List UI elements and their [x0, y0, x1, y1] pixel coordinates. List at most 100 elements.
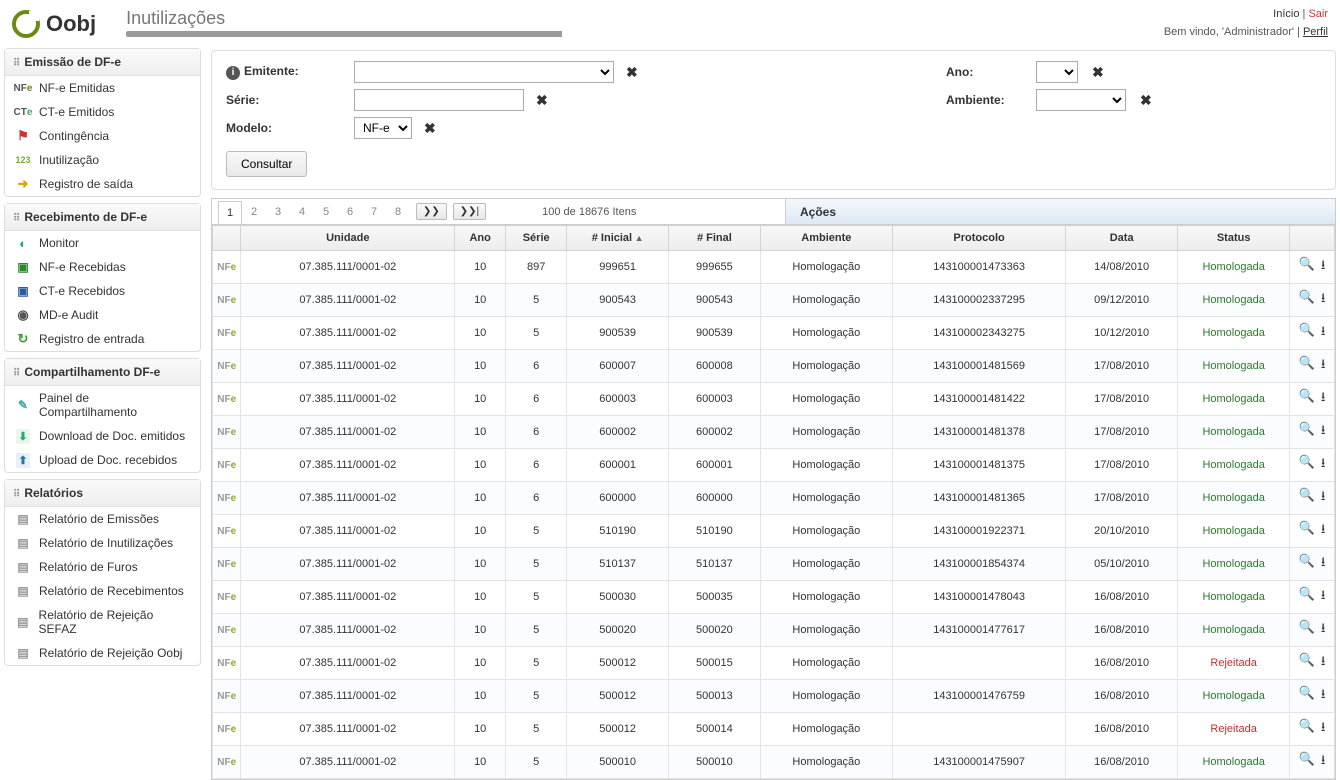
view-icon[interactable]: 🔍 [1299, 256, 1315, 278]
link-inicio[interactable]: Início [1273, 8, 1299, 20]
download-icon[interactable]: ⭳ [1321, 718, 1326, 740]
info-icon[interactable]: i [226, 66, 240, 80]
col-ambiente[interactable]: Ambiente [760, 226, 892, 251]
select-emitente[interactable] [354, 61, 614, 83]
sidebar-item[interactable]: Registro de entrada [5, 327, 200, 351]
view-icon[interactable]: 🔍 [1299, 289, 1315, 311]
download-icon[interactable]: ⭳ [1321, 322, 1326, 344]
sidebar-item[interactable]: NF-e Emitidas [5, 76, 200, 100]
pager-page[interactable]: 5 [314, 201, 338, 223]
sidebar-item[interactable]: Upload de Doc. recebidos [5, 448, 200, 472]
view-icon[interactable]: 🔍 [1299, 322, 1315, 344]
clear-serie-icon[interactable]: ✖ [532, 92, 552, 109]
table-row[interactable]: NFe07.385.111/0001-02106600002600002Homo… [213, 416, 1335, 449]
table-row[interactable]: NFe07.385.111/0001-0210897999651999655Ho… [213, 251, 1335, 284]
pager-page[interactable]: 3 [266, 201, 290, 223]
table-row[interactable]: NFe07.385.111/0001-02105500012500014Homo… [213, 713, 1335, 746]
link-perfil[interactable]: Perfil [1303, 26, 1328, 38]
download-icon[interactable]: ⭳ [1321, 586, 1326, 608]
download-icon[interactable]: ⭳ [1321, 289, 1326, 311]
sidebar-item[interactable]: Registro de saída [5, 172, 200, 196]
sidebar-item[interactable]: Painel de Compartilhamento [5, 386, 200, 424]
download-icon[interactable]: ⭳ [1321, 487, 1326, 509]
col-inicial[interactable]: # Inicial [567, 226, 669, 251]
download-icon[interactable]: ⭳ [1321, 454, 1326, 476]
table-row[interactable]: NFe07.385.111/0001-02105510190510190Homo… [213, 515, 1335, 548]
sidebar-item[interactable]: Relatório de Rejeição SEFAZ [5, 603, 200, 641]
view-icon[interactable]: 🔍 [1299, 388, 1315, 410]
clear-modelo-icon[interactable]: ✖ [420, 120, 440, 137]
acoes-tab[interactable]: Ações [785, 199, 1335, 224]
col-unidade[interactable]: Unidade [241, 226, 455, 251]
clear-ano-icon[interactable]: ✖ [1088, 64, 1108, 81]
table-row[interactable]: NFe07.385.111/0001-02106600001600001Homo… [213, 449, 1335, 482]
download-icon[interactable]: ⭳ [1321, 685, 1326, 707]
select-modelo[interactable]: NF-e [354, 117, 412, 139]
pager-next-button[interactable]: ❯❯ [416, 203, 447, 220]
view-icon[interactable]: 🔍 [1299, 619, 1315, 641]
view-icon[interactable]: 🔍 [1299, 520, 1315, 542]
input-serie[interactable] [354, 89, 524, 111]
view-icon[interactable]: 🔍 [1299, 751, 1315, 773]
table-row[interactable]: NFe07.385.111/0001-02105500012500013Homo… [213, 680, 1335, 713]
pager-last-button[interactable]: ❯❯| [453, 203, 486, 220]
pager-page[interactable]: 7 [362, 201, 386, 223]
sidebar-item[interactable]: CT-e Emitidos [5, 100, 200, 124]
table-row[interactable]: NFe07.385.111/0001-02106600000600000Homo… [213, 482, 1335, 515]
view-icon[interactable]: 🔍 [1299, 652, 1315, 674]
pager-page[interactable]: 2 [242, 201, 266, 223]
pager-page[interactable]: 6 [338, 201, 362, 223]
table-row[interactable]: NFe07.385.111/0001-02105900543900543Homo… [213, 284, 1335, 317]
download-icon[interactable]: ⭳ [1321, 751, 1326, 773]
download-icon[interactable]: ⭳ [1321, 421, 1326, 443]
clear-emitente-icon[interactable]: ✖ [622, 64, 642, 81]
sidebar-item[interactable]: CT-e Recebidos [5, 279, 200, 303]
download-icon[interactable]: ⭳ [1321, 520, 1326, 542]
table-row[interactable]: NFe07.385.111/0001-02105500010500010Homo… [213, 746, 1335, 779]
col-protocolo[interactable]: Protocolo [893, 226, 1066, 251]
sidebar-item[interactable]: Relatório de Rejeição Oobj [5, 641, 200, 665]
sidebar-item[interactable]: Relatório de Furos [5, 555, 200, 579]
sidebar-item[interactable]: Relatório de Inutilizações [5, 531, 200, 555]
col-ano[interactable]: Ano [455, 226, 506, 251]
consultar-button[interactable]: Consultar [226, 151, 307, 177]
table-row[interactable]: NFe07.385.111/0001-02105500020500020Homo… [213, 614, 1335, 647]
view-icon[interactable]: 🔍 [1299, 487, 1315, 509]
sidebar-item[interactable]: Inutilização [5, 148, 200, 172]
col-serie[interactable]: Série [506, 226, 567, 251]
download-icon[interactable]: ⭳ [1321, 355, 1326, 377]
table-row[interactable]: NFe07.385.111/0001-02105500030500035Homo… [213, 581, 1335, 614]
link-sair[interactable]: Sair [1308, 8, 1328, 20]
select-ambiente[interactable] [1036, 89, 1126, 111]
view-icon[interactable]: 🔍 [1299, 718, 1315, 740]
view-icon[interactable]: 🔍 [1299, 421, 1315, 443]
col-status[interactable]: Status [1178, 226, 1290, 251]
view-icon[interactable]: 🔍 [1299, 355, 1315, 377]
sidebar-item[interactable]: Monitor [5, 231, 200, 255]
download-icon[interactable]: ⭳ [1321, 652, 1326, 674]
clear-ambiente-icon[interactable]: ✖ [1136, 92, 1156, 109]
table-row[interactable]: NFe07.385.111/0001-02105900539900539Homo… [213, 317, 1335, 350]
pager-page[interactable]: 8 [386, 201, 410, 223]
view-icon[interactable]: 🔍 [1299, 685, 1315, 707]
col-data[interactable]: Data [1066, 226, 1178, 251]
view-icon[interactable]: 🔍 [1299, 586, 1315, 608]
sidebar-item[interactable]: NF-e Recebidas [5, 255, 200, 279]
select-ano[interactable] [1036, 61, 1078, 83]
sidebar-item[interactable]: Relatório de Recebimentos [5, 579, 200, 603]
download-icon[interactable]: ⭳ [1321, 388, 1326, 410]
col-final[interactable]: # Final [669, 226, 761, 251]
sidebar-item[interactable]: Download de Doc. emitidos [5, 424, 200, 448]
sidebar-item[interactable]: MD-e Audit [5, 303, 200, 327]
download-icon[interactable]: ⭳ [1321, 553, 1326, 575]
sidebar-item[interactable]: Relatório de Emissões [5, 507, 200, 531]
pager-page[interactable]: 1 [218, 201, 242, 224]
sidebar-item[interactable]: Contingência [5, 124, 200, 148]
table-row[interactable]: NFe07.385.111/0001-02106600003600003Homo… [213, 383, 1335, 416]
pager-page[interactable]: 4 [290, 201, 314, 223]
download-icon[interactable]: ⭳ [1321, 619, 1326, 641]
table-row[interactable]: NFe07.385.111/0001-02105510137510137Homo… [213, 548, 1335, 581]
table-row[interactable]: NFe07.385.111/0001-02106600007600008Homo… [213, 350, 1335, 383]
table-row[interactable]: NFe07.385.111/0001-02105500012500015Homo… [213, 647, 1335, 680]
view-icon[interactable]: 🔍 [1299, 454, 1315, 476]
